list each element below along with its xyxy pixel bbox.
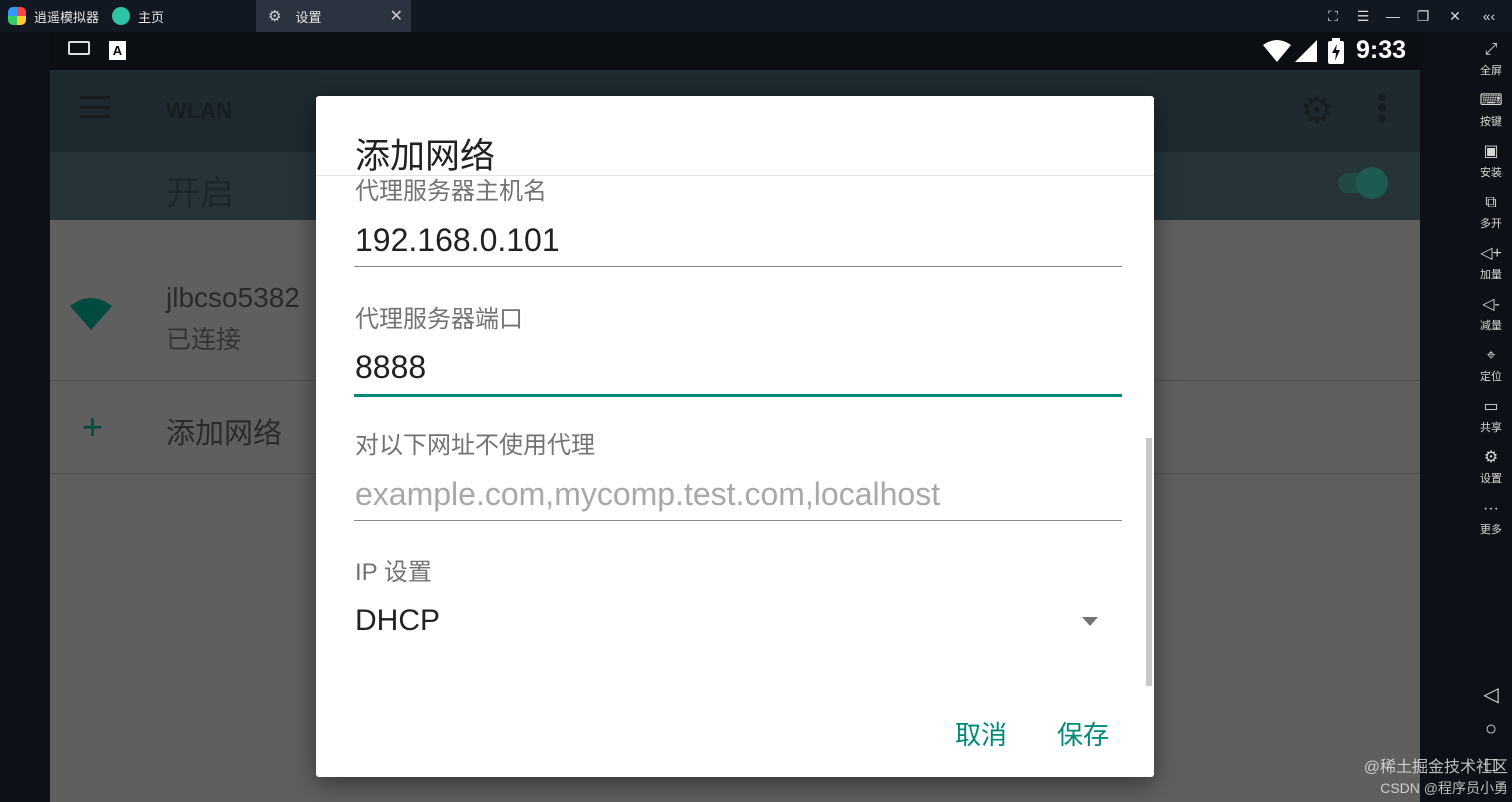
add-network-item[interactable]: 添加网络 xyxy=(166,410,282,452)
volume-up-icon: ◁+ xyxy=(1480,245,1502,262)
emulator-logo-icon xyxy=(8,7,26,25)
ip-settings-label: IP 设置 xyxy=(355,559,432,586)
save-button[interactable]: 保存 xyxy=(1057,715,1109,752)
home-app-icon xyxy=(112,7,130,25)
settings-button[interactable]: ⚙ 设置 xyxy=(1470,448,1512,486)
watermark: @稀土掘金技术社区 CSDN @程序员小勇 xyxy=(1326,758,1512,798)
install-apk-button[interactable]: ▣ 安装 xyxy=(1470,142,1512,180)
keyboard-status-icon xyxy=(68,41,90,55)
battery-icon xyxy=(1328,38,1344,64)
proxy-port-label: 代理服务器端口 xyxy=(355,306,523,333)
proxy-port-underline-focused xyxy=(354,394,1122,397)
add-network-dialog: 添加网络 代理服务器主机名 192.168.0.101 代理服务器端口 8888… xyxy=(316,96,1154,777)
wifi-network-icon xyxy=(70,298,112,330)
proxy-host-input[interactable]: 192.168.0.101 xyxy=(355,222,560,259)
cell-signal-icon xyxy=(1295,40,1317,62)
menu-icon[interactable]: ☰ xyxy=(1348,0,1378,32)
settings-icon: ⚙ xyxy=(1483,449,1499,466)
status-bar: A 9:33 xyxy=(50,32,1420,70)
emulator-app-name: 逍遥模拟器 xyxy=(34,9,100,25)
location-button[interactable]: ⌖ 定位 xyxy=(1470,346,1512,384)
status-time: 9:33 xyxy=(1356,36,1407,64)
volume-down-button[interactable]: ◁- 减量 xyxy=(1470,295,1512,333)
back-icon: ◁ xyxy=(1483,684,1499,706)
switch-label: 开启 xyxy=(166,175,234,213)
emulator-app-tab[interactable]: 逍遥模拟器 xyxy=(0,0,102,32)
bypass-proxy-input[interactable]: example.com,mycomp.test.com,localhost xyxy=(355,476,940,513)
bypass-proxy-label: 对以下网址不使用代理 xyxy=(355,432,595,459)
add-icon[interactable]: + xyxy=(82,406,103,448)
keymap-button[interactable]: ⌨ 按键 xyxy=(1470,91,1512,129)
screenshot-icon[interactable]: ⛶ xyxy=(1318,0,1348,32)
watermark-line-2: CSDN @程序员小勇 xyxy=(1380,780,1508,796)
close-tab-icon[interactable]: ✕ xyxy=(390,6,403,26)
watermark-line-1: @稀土掘金技术社区 xyxy=(1363,759,1508,776)
more-icon: ··· xyxy=(1483,500,1499,517)
tab-settings-label: 设置 xyxy=(295,9,322,25)
minimize-icon[interactable]: — xyxy=(1378,0,1408,32)
overflow-menu-icon[interactable]: ••• xyxy=(1365,92,1398,124)
settings-gear-icon: ⚙ xyxy=(268,8,282,25)
emulator-title-bar: 逍遥模拟器 主页 ⚙ 设置 ✕ ⛶ ☰ — ❐ ✕ «‹ xyxy=(0,0,1512,32)
location-icon: ⌖ xyxy=(1486,347,1496,364)
fullscreen-button[interactable]: ⤢ 全屏 xyxy=(1470,40,1512,78)
keyboard-icon: ⌨ xyxy=(1479,92,1503,109)
home-button[interactable]: ○ xyxy=(1470,718,1512,741)
share-folder-button[interactable]: ▭ 共享 xyxy=(1470,397,1512,435)
close-window-icon[interactable]: ✕ xyxy=(1440,0,1470,32)
fullscreen-icon: ⤢ xyxy=(1484,41,1498,58)
home-circle-icon: ○ xyxy=(1484,718,1498,740)
volume-down-icon: ◁- xyxy=(1482,296,1500,313)
tab-home-label: 主页 xyxy=(138,9,165,25)
restore-icon[interactable]: ❐ xyxy=(1408,0,1438,32)
network-name[interactable]: jlbcso5382 xyxy=(166,282,300,314)
ip-settings-select[interactable]: DHCP xyxy=(355,604,440,638)
proxy-port-input[interactable]: 8888 xyxy=(355,349,426,386)
hamburger-menu-icon[interactable] xyxy=(80,96,110,118)
chevron-down-icon[interactable] xyxy=(1082,617,1098,626)
multi-instance-button[interactable]: ⧉ 多开 xyxy=(1470,193,1512,231)
wlan-toggle[interactable] xyxy=(1338,167,1388,199)
tab-settings[interactable]: ⚙ 设置 ✕ xyxy=(256,0,411,32)
network-status: 已连接 xyxy=(166,326,242,354)
wifi-signal-icon xyxy=(1263,40,1291,62)
ime-status-icon: A xyxy=(109,41,126,60)
proxy-host-underline xyxy=(354,266,1122,267)
multi-instance-icon: ⧉ xyxy=(1485,194,1497,211)
tab-home[interactable]: 主页 xyxy=(104,0,254,32)
proxy-host-label: 代理服务器主机名 xyxy=(355,178,547,205)
volume-up-button[interactable]: ◁+ 加量 xyxy=(1470,244,1512,282)
collapse-sidebar-icon[interactable]: «‹ xyxy=(1474,0,1504,32)
cancel-button[interactable]: 取消 xyxy=(955,715,1007,752)
wlan-settings-gear-icon[interactable]: ⚙ xyxy=(1300,88,1334,133)
page-title: WLAN xyxy=(166,98,232,123)
back-button[interactable]: ◁ xyxy=(1470,682,1512,707)
bypass-proxy-underline xyxy=(354,520,1122,521)
dialog-scrollbar[interactable] xyxy=(1146,438,1152,686)
more-button[interactable]: ··· 更多 xyxy=(1470,499,1512,537)
emulator-side-toolbar: ⤢ 全屏 ⌨ 按键 ▣ 安装 ⧉ 多开 ◁+ 加量 ◁- 减量 ⌖ 定位 ▭ 共享 ⚙ 设置 ··… xyxy=(1470,32,1512,802)
apk-icon: ▣ xyxy=(1483,143,1499,160)
folder-icon: ▭ xyxy=(1483,398,1499,415)
